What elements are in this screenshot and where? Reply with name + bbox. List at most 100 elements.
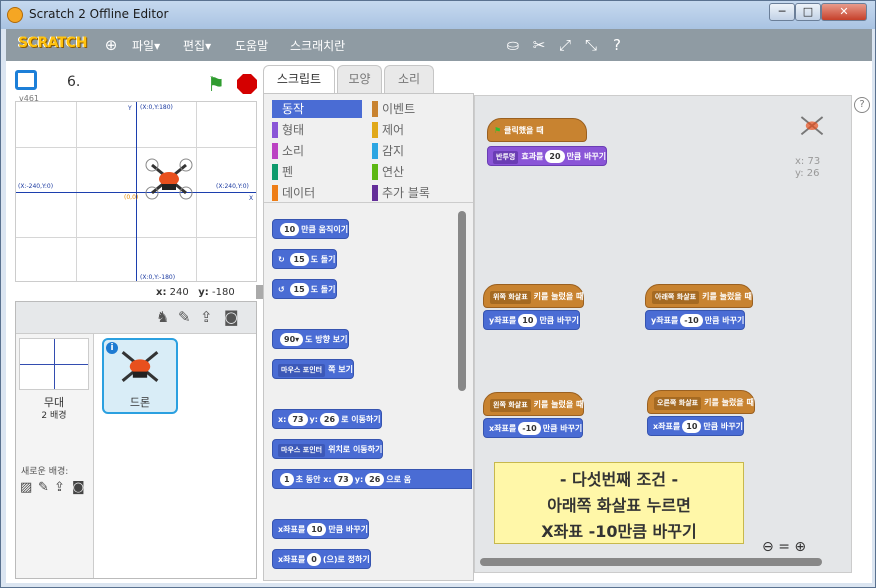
- duplicate-stamp-icon[interactable]: ⛀: [504, 36, 522, 54]
- script-horizontal-scrollbar[interactable]: [480, 558, 822, 566]
- maximize-button[interactable]: □: [795, 3, 821, 21]
- grow-icon[interactable]: ⤢: [556, 36, 574, 54]
- stage-thumbnail-pane[interactable]: 무대 2 배경 새로운 배경: ▨ ✎ ⇪ ◙: [16, 334, 94, 578]
- block-text: x좌표를: [653, 422, 681, 431]
- upload-backdrop-icon[interactable]: ⇪: [54, 480, 65, 495]
- dropdown-target[interactable]: 마우스 포인터: [278, 444, 326, 457]
- menu-help[interactable]: 도움말: [235, 37, 268, 54]
- dropdown-key[interactable]: 아래쪽 화살표: [652, 291, 700, 304]
- block-text: 쪽 보기: [328, 365, 353, 374]
- category-looks[interactable]: 형태: [272, 121, 304, 139]
- globe-icon[interactable]: ⊕: [102, 36, 120, 54]
- zoom-out-icon[interactable]: ⊖: [762, 539, 774, 555]
- dropdown-target[interactable]: 마우스 포인터: [278, 364, 326, 377]
- input-steps[interactable]: 10: [280, 223, 300, 236]
- stop-icon[interactable]: [237, 74, 257, 94]
- category-data[interactable]: 데이터: [272, 184, 315, 202]
- help-block-icon[interactable]: ?: [608, 36, 626, 54]
- input-degrees[interactable]: 15: [289, 253, 309, 266]
- choose-sprite-icon[interactable]: ♞: [156, 308, 169, 326]
- category-operators[interactable]: 연산: [372, 163, 404, 181]
- scratch-logo[interactable]: SCRATCH: [18, 35, 87, 51]
- block-set-x[interactable]: x좌표를 0 (으)로 정하기: [272, 549, 371, 569]
- zoom-reset-icon[interactable]: =: [778, 539, 790, 555]
- backdrop-library-icon[interactable]: ▨: [20, 480, 32, 495]
- block-goto[interactable]: 마우스 포인터 위치로 이동하기: [272, 439, 384, 459]
- input-change[interactable]: 10: [682, 420, 702, 433]
- stage-thumbnail[interactable]: [19, 338, 89, 390]
- category-events[interactable]: 이벤트: [372, 100, 415, 118]
- block-move[interactable]: 10 만큼 움직이기: [272, 219, 350, 239]
- camera-icon[interactable]: ◙: [224, 308, 239, 326]
- paint-brush-icon[interactable]: ✎: [178, 308, 191, 326]
- tab-costumes[interactable]: 모양: [337, 65, 382, 93]
- hat-flag-clicked[interactable]: ⚑ 클릭했을 때: [487, 118, 587, 142]
- fullscreen-icon[interactable]: [15, 70, 37, 90]
- stage-collapse-handle[interactable]: [256, 285, 263, 299]
- input-amount[interactable]: 20: [545, 150, 565, 163]
- input-x[interactable]: 73: [288, 413, 308, 426]
- block-turn-left[interactable]: ↺ 15 도 돌기: [272, 279, 337, 299]
- input-change[interactable]: 10: [307, 523, 327, 536]
- hat-key-left[interactable]: 왼쪽 화살표 키를 눌렀을 때: [483, 392, 585, 416]
- dropdown-key[interactable]: 오른쪽 화살표: [654, 397, 702, 410]
- block-change-x[interactable]: x좌표를 10 만큼 바꾸기: [647, 416, 744, 436]
- paint-backdrop-icon[interactable]: ✎: [38, 480, 49, 495]
- shrink-icon[interactable]: ⤡: [582, 36, 600, 54]
- dropdown-key[interactable]: 왼쪽 화살표: [490, 399, 531, 412]
- input-y[interactable]: 26: [319, 413, 340, 426]
- input-change[interactable]: 10: [518, 314, 538, 327]
- category-pen[interactable]: 펜: [272, 163, 293, 181]
- delete-scissors-icon[interactable]: ✂: [530, 36, 548, 54]
- block-goto-xy[interactable]: x: 73 y: 26 로 이동하기: [272, 409, 382, 429]
- tab-sounds[interactable]: 소리: [384, 65, 434, 93]
- block-turn-right[interactable]: ↻ 15 도 돌기: [272, 249, 337, 269]
- dropdown-effect[interactable]: 반투명: [493, 151, 519, 164]
- block-change-effect[interactable]: 반투명 효과를 20 만큼 바꾸기: [487, 146, 608, 166]
- stage-canvas[interactable]: (X:0,Y:180) Y (X:-240,Y:0) (X:240,Y:0) X…: [15, 101, 257, 282]
- coord-right: (X:240,Y:0): [216, 183, 249, 190]
- input-degrees[interactable]: 15: [289, 283, 309, 296]
- input-y[interactable]: 26: [365, 473, 385, 486]
- block-change-x[interactable]: x좌표를 -10 만큼 바꾸기: [483, 418, 584, 438]
- category-sound[interactable]: 소리: [272, 142, 304, 160]
- block-point-towards[interactable]: 마우스 포인터 쪽 보기: [272, 359, 354, 379]
- input-x[interactable]: 73: [333, 473, 353, 486]
- close-button[interactable]: ✕: [821, 3, 867, 21]
- mouse-coords: x: 240 y: -180: [156, 287, 235, 298]
- category-control[interactable]: 제어: [372, 121, 404, 139]
- category-label: 이벤트: [382, 102, 416, 116]
- block-change-y[interactable]: y좌표를 -10 만큼 바꾸기: [645, 310, 746, 330]
- block-change-x[interactable]: x좌표를 10 만큼 바꾸기: [272, 519, 369, 539]
- category-more-blocks[interactable]: 추가 블록: [372, 184, 430, 202]
- category-motion[interactable]: 동작: [272, 100, 362, 118]
- block-point-direction[interactable]: 90▾ 도 방향 보기: [272, 329, 349, 349]
- minimize-button[interactable]: ─: [769, 3, 795, 21]
- help-icon[interactable]: ?: [854, 97, 870, 113]
- menu-file[interactable]: 파일▾: [132, 37, 160, 54]
- palette-scrollbar[interactable]: [458, 211, 466, 391]
- dropdown-key[interactable]: 위쪽 화살표: [490, 291, 531, 304]
- input-change[interactable]: -10: [680, 314, 703, 327]
- zoom-in-icon[interactable]: ⊕: [794, 539, 806, 555]
- project-title[interactable]: 6.: [67, 74, 80, 90]
- upload-icon[interactable]: ⇪: [200, 308, 213, 326]
- hat-key-right[interactable]: 오른쪽 화살표 키를 눌렀을 때: [647, 390, 755, 414]
- green-flag-icon[interactable]: ⚑: [207, 72, 225, 96]
- category-sensing[interactable]: 감지: [372, 142, 404, 160]
- menu-edit[interactable]: 편집▾: [183, 37, 211, 54]
- tab-scripts[interactable]: 스크립트: [263, 65, 335, 93]
- hat-key-up[interactable]: 위쪽 화살표 키를 눌렀을 때: [483, 284, 585, 308]
- input-change[interactable]: -10: [518, 422, 541, 435]
- block-change-y[interactable]: y좌표를 10 만큼 바꾸기: [483, 310, 581, 330]
- drone-sprite[interactable]: [144, 157, 194, 202]
- block-text: 위치로 이동하기: [328, 445, 383, 454]
- block-glide[interactable]: 1초 동안 x: 73 y: 26 으로 움: [272, 469, 472, 489]
- input-value[interactable]: 0: [307, 553, 321, 566]
- camera-backdrop-icon[interactable]: ◙: [72, 480, 85, 495]
- sprite-tile[interactable]: i 드론: [102, 338, 178, 414]
- menu-about[interactable]: 스크래치란: [290, 37, 345, 54]
- hat-key-down[interactable]: 아래쪽 화살표 키를 눌렀을 때: [645, 284, 753, 308]
- input-direction[interactable]: 90▾: [280, 333, 304, 346]
- input-seconds[interactable]: 1: [280, 473, 294, 486]
